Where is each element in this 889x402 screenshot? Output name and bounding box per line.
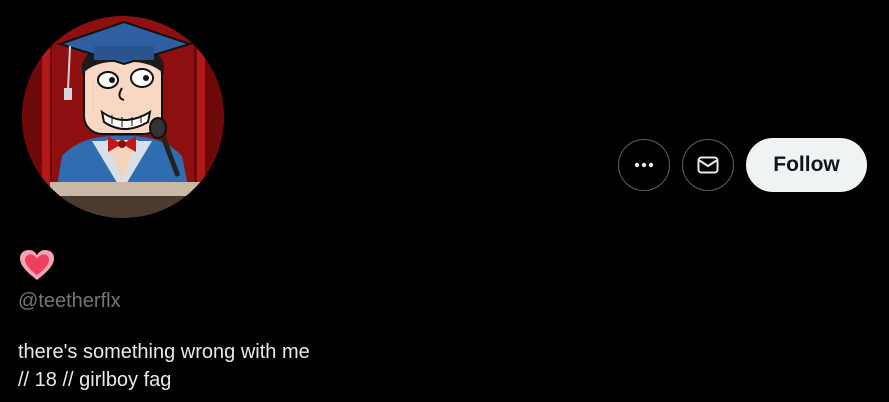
message-button[interactable] — [682, 139, 734, 191]
profile-bio: there's something wrong with me // 18 //… — [18, 338, 310, 394]
heart-emoji-icon — [20, 250, 54, 280]
bio-line: there's something wrong with me — [18, 341, 310, 363]
profile-avatar[interactable] — [22, 16, 224, 218]
envelope-icon — [697, 156, 719, 174]
more-button[interactable] — [618, 139, 670, 191]
follow-button[interactable]: Follow — [746, 138, 867, 192]
more-horizontal-icon — [634, 162, 654, 168]
bio-line: // 18 // girlboy fag — [18, 369, 172, 391]
user-handle: @teetherflx — [18, 290, 121, 312]
avatar-image — [22, 16, 224, 218]
display-name — [18, 248, 56, 282]
profile-actions: Follow — [618, 138, 867, 192]
